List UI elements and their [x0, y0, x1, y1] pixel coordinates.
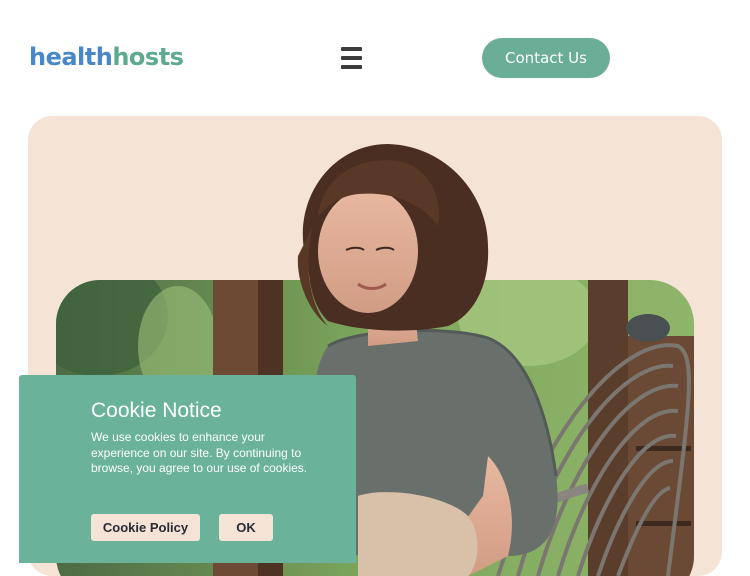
logo-part-health: health: [29, 43, 113, 71]
cookie-notice-title: Cookie Notice: [91, 399, 222, 422]
contact-us-button[interactable]: Contact Us: [482, 38, 610, 78]
logo-part-hosts: hosts: [112, 43, 184, 71]
cookie-policy-button[interactable]: Cookie Policy: [91, 514, 200, 541]
cookie-notice-text: We use cookies to enhance your experienc…: [91, 430, 308, 475]
cookie-notice: Cookie Notice We use cookies to enhance …: [19, 375, 356, 563]
cookie-ok-button[interactable]: OK: [219, 514, 273, 541]
site-header: healthhosts Contact Us: [0, 0, 750, 115]
hamburger-menu-icon[interactable]: [341, 47, 362, 69]
logo[interactable]: healthhosts: [29, 42, 184, 72]
